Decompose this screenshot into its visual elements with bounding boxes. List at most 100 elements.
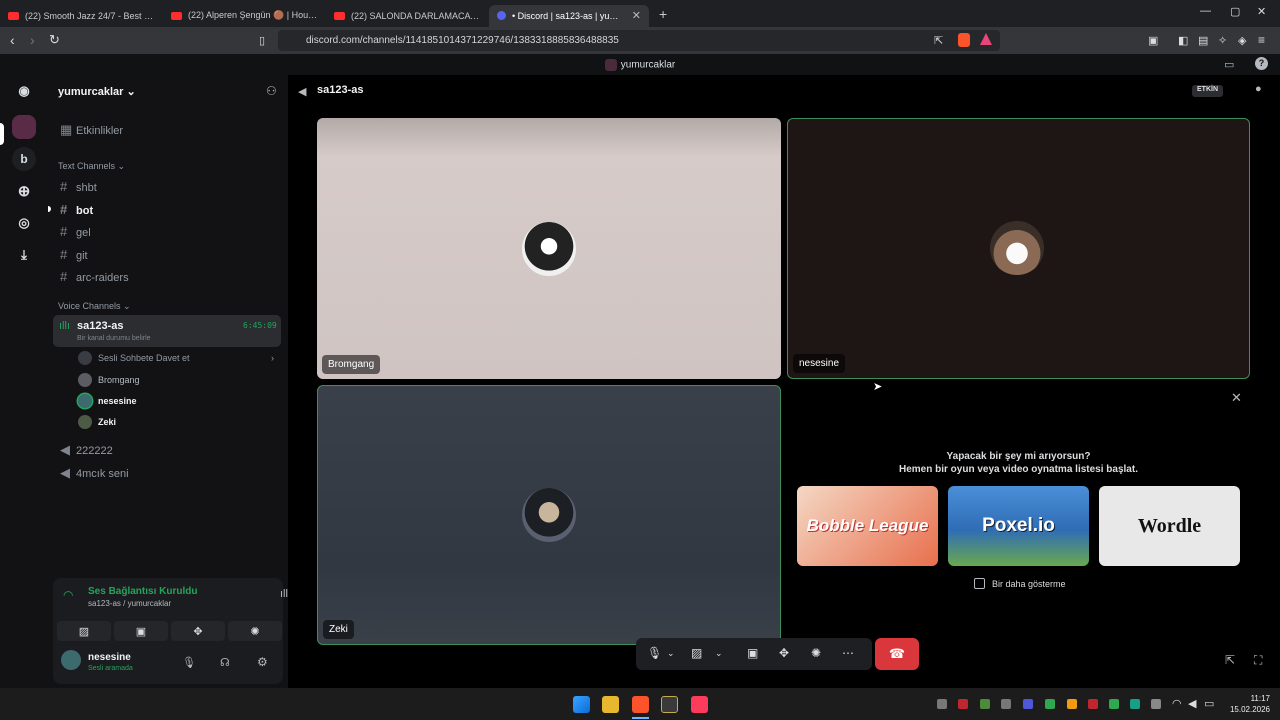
chevron-down-icon[interactable]: ⌄ [715,648,723,659]
browser-tab[interactable]: (22) SALONDA DARLAMACA - YouTu [326,5,489,27]
music-app-icon[interactable] [691,696,708,713]
text-channel-gel[interactable]: # gel [60,224,91,239]
soundboard-icon[interactable]: ✺ [811,646,821,660]
camera-off-icon[interactable]: ▨ [691,646,702,660]
share-icon[interactable]: ⇱ [934,34,943,47]
tray-icon[interactable] [1067,699,1077,709]
brave-rewards-icon[interactable] [980,33,992,45]
user-avatar[interactable] [61,650,81,670]
brave-browser-icon[interactable] [632,696,649,713]
voice-channel-4mcik[interactable]: ◀ 4mcık seni [60,465,129,481]
wallet-icon[interactable]: ▤ [1198,34,1208,47]
new-tab-icon[interactable]: + [659,6,667,22]
wifi-icon[interactable]: ◠ [1172,697,1182,710]
file-explorer-icon[interactable] [602,696,619,713]
participant-tile[interactable]: Bromgang [317,118,781,379]
invite-to-voice[interactable]: Sesli Sohbete Davet et › [78,351,274,365]
tray-icon[interactable] [958,699,968,709]
active-badge[interactable]: ETKİN [1192,85,1223,97]
tray-icon[interactable] [1023,699,1033,709]
sidebar-icon[interactable]: ◧ [1178,34,1188,47]
leo-icon[interactable]: ✧ [1218,34,1227,47]
browser-tab[interactable]: (22) Smooth Jazz 24/7 - Best Smooth [0,5,163,27]
game-card-bobble-league[interactable]: Bobble League [797,486,938,566]
chat-icon[interactable]: ● [1255,83,1262,95]
tray-icon[interactable] [1151,699,1161,709]
discover-icon[interactable]: ◎ [12,211,36,235]
tray-icon[interactable] [1109,699,1119,709]
menu-icon[interactable]: ≡ [1258,33,1265,47]
guild-name-header[interactable]: yumurcaklar ⌄ [58,85,136,98]
channel-status-hint[interactable]: Bir kanal durumu belirle [77,335,151,342]
text-channel-arc-raiders[interactable]: # arc-raiders [60,269,129,284]
text-channels-category[interactable]: Text Channels ⌄ [58,161,125,172]
browser-tab[interactable]: (22) Alperen Şengün 🟤 | Houston R [163,5,326,27]
url-field[interactable]: discord.com/channels/1141851014371229746… [278,30,1000,51]
participant-tile[interactable]: Zeki [317,385,781,645]
hang-up-button[interactable]: ☎ [875,638,919,670]
close-window-icon[interactable]: ✕ [1257,5,1266,18]
user-name[interactable]: nesesine [88,652,131,663]
active-voice-channel[interactable]: ıllı sa123-as 6:45:09 Bir kanal durumu b… [53,315,281,347]
voice-channel-222222[interactable]: ◀ 222222 [60,442,113,458]
text-channel-bot[interactable]: # bot [60,202,93,217]
voice-member[interactable]: Zeki [78,415,116,429]
app-icon[interactable] [661,696,678,713]
volume-icon[interactable]: ◀ [1188,697,1196,710]
discord-home-icon[interactable]: ◉ [12,79,36,103]
activities-icon[interactable]: ✥ [779,646,789,660]
inbox-icon[interactable]: ▭ [1224,58,1234,71]
close-icon[interactable]: ✕ [1231,390,1242,406]
reload-icon[interactable]: ↻ [49,32,60,48]
tray-icon[interactable] [1088,699,1098,709]
maximize-icon[interactable]: ▢ [1230,5,1240,18]
text-channel-shbt[interactable]: # shbt [60,179,97,194]
add-server-icon[interactable]: ⊕ [12,179,36,203]
participant-tile-speaking[interactable]: nesesine [787,118,1250,379]
battery-icon[interactable]: ▭ [1204,697,1214,710]
activities-button[interactable]: ✥ [171,621,225,641]
screen-share-button[interactable]: ▣ [114,621,168,641]
events-item[interactable]: ▦ Etkinlikler [60,122,123,138]
brave-shield-icon[interactable] [958,33,970,47]
back-icon[interactable]: ‹ [10,32,15,48]
invite-people-icon[interactable]: ⚇ [266,84,277,98]
screen-share-icon[interactable]: ▣ [747,646,758,660]
close-tab-icon[interactable]: ✕ [632,9,641,22]
camera-toggle-button[interactable]: ▨ [57,621,111,641]
help-icon[interactable]: ? [1255,57,1268,70]
start-icon[interactable] [573,696,590,713]
server-b-icon[interactable]: b [12,147,36,171]
text-channel-git[interactable]: # git [60,247,88,262]
pop-out-icon[interactable]: ⇱ [1225,653,1235,667]
microphone-icon[interactable]: 🎙︎ [182,656,196,669]
headphones-icon[interactable]: ☊ [220,656,230,669]
game-card-wordle[interactable]: Wordle [1099,486,1240,566]
voice-member[interactable]: nesesine [78,394,137,408]
browser-tab-active[interactable]: • Discord | sa123-as | yumurc ✕ [489,4,649,27]
voice-status[interactable]: Ses Bağlantısı Kuruldu [88,586,197,597]
server-yumurcaklar-icon[interactable] [12,115,36,139]
voice-channels-category[interactable]: Voice Channels ⌄ [58,301,131,312]
settings-gear-icon[interactable]: ⚙ [257,655,268,669]
chevron-down-icon[interactable]: ⌄ [667,648,675,659]
microphone-icon[interactable]: 🎙︎ [647,646,662,660]
dont-show-checkbox[interactable] [974,578,985,589]
clock[interactable]: 11:17 15.02.2026 [1226,693,1270,715]
tab-search-icon[interactable]: ▣ [1148,34,1158,47]
voice-member[interactable]: Bromgang [78,373,140,387]
tray-icon[interactable] [1045,699,1055,709]
tray-icon[interactable] [937,699,947,709]
download-icon[interactable]: ⤓ [12,243,36,267]
bookmark-icon[interactable]: ▯ [259,34,265,47]
tray-icon[interactable] [1130,699,1140,709]
tray-icon[interactable] [1001,699,1011,709]
signal-icon[interactable]: ◠ [63,588,73,602]
forward-icon[interactable]: › [30,32,35,48]
game-card-poxel[interactable]: Poxel.io [948,486,1089,566]
soundboard-button[interactable]: ✺ [228,621,282,641]
minimize-icon[interactable]: — [1200,5,1211,17]
more-options-icon[interactable]: ⋯ [842,646,854,660]
tray-icon[interactable] [980,699,990,709]
vpn-icon[interactable]: ◈ [1238,34,1246,47]
